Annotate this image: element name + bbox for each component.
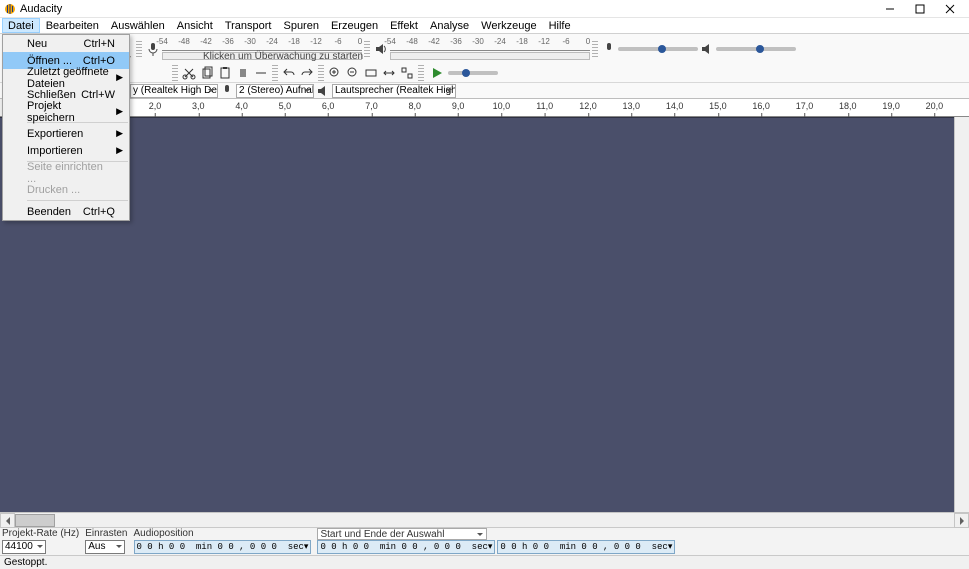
toolbar-grip[interactable] — [364, 41, 370, 57]
toolbar-grip[interactable] — [136, 41, 142, 57]
toolbar-grip[interactable] — [592, 41, 598, 57]
ruler-tick: 13,0 — [623, 101, 641, 111]
audio-position-label: Audioposition — [134, 528, 312, 540]
title-bar: Audacity — [0, 0, 969, 18]
audio-host-combo[interactable]: y (Realtek High Def — [130, 84, 218, 98]
menu-erzeugen[interactable]: Erzeugen — [325, 18, 384, 33]
app-icon — [4, 3, 16, 15]
menu-effekt[interactable]: Effekt — [384, 18, 424, 33]
paste-icon[interactable] — [216, 64, 234, 82]
ruler-tick: 4,0 — [235, 101, 248, 111]
ruler-tick: 8,0 — [409, 101, 422, 111]
toolbar-grip[interactable] — [418, 65, 424, 81]
close-button[interactable] — [935, 0, 965, 18]
snap-label: Einrasten — [85, 528, 127, 540]
menu-item-recent[interactable]: Zuletzt geöffnete Dateien▶ — [3, 69, 129, 86]
ruler-tick: 6,0 — [322, 101, 335, 111]
menu-ansicht[interactable]: Ansicht — [171, 18, 219, 33]
ruler-tick: 2,0 — [149, 101, 162, 111]
window-title: Audacity — [20, 3, 875, 15]
toolbar-grip[interactable] — [172, 65, 178, 81]
menu-analyse[interactable]: Analyse — [424, 18, 475, 33]
ruler-tick: 9,0 — [452, 101, 465, 111]
toolbar-area: -54-48-42-36-30-24-18-12-60 Klicken um Ü… — [0, 34, 969, 99]
selection-end-display[interactable]: 0 0 h 0 0 min 0 0 , 0 0 0 sec▾ — [497, 540, 675, 554]
rec-meter-hint[interactable]: Klicken um Überwachung zu starten — [203, 51, 363, 62]
silence-icon[interactable] — [252, 64, 270, 82]
horizontal-scrollbar[interactable] — [0, 512, 969, 527]
copy-icon[interactable] — [198, 64, 216, 82]
speaker-icon — [316, 84, 330, 98]
play-at-speed-button[interactable] — [426, 64, 448, 82]
vertical-scrollbar[interactable] — [954, 117, 969, 512]
fit-selection-icon[interactable] — [362, 64, 380, 82]
toolbar-grip[interactable] — [318, 65, 324, 81]
selection-mode-combo[interactable]: Start und Ende der Auswahl — [317, 528, 487, 540]
play-volume-icon — [700, 42, 714, 56]
selection-bar: Projekt-Rate (Hz) 44100 Einrasten Aus Au… — [0, 527, 969, 555]
trim-icon[interactable] — [234, 64, 252, 82]
ruler-tick: 20,0 — [926, 101, 944, 111]
ruler-tick: 7,0 — [365, 101, 378, 111]
ruler-tick: 17,0 — [796, 101, 814, 111]
zoom-in-icon[interactable] — [326, 64, 344, 82]
cut-icon[interactable] — [180, 64, 198, 82]
redo-icon[interactable] — [298, 64, 316, 82]
project-rate-label: Projekt-Rate (Hz) — [2, 528, 79, 540]
snap-combo[interactable]: Aus — [85, 540, 125, 554]
ruler-tick: 15,0 — [709, 101, 727, 111]
maximize-button[interactable] — [905, 0, 935, 18]
zoom-out-icon[interactable] — [344, 64, 362, 82]
ruler-tick: 16,0 — [752, 101, 770, 111]
zoom-toggle-icon[interactable] — [398, 64, 416, 82]
mic-volume-icon — [602, 42, 616, 56]
scroll-thumb[interactable] — [15, 514, 55, 527]
timeline-ruler[interactable]: 2,0 3,0 4,0 5,0 6,0 7,0 8,0 9,0 10,0 11,0 12,0 13,0… — [0, 99, 969, 117]
menu-item-save-project[interactable]: Projekt speichern▶ — [3, 103, 129, 120]
audio-position-display[interactable]: 0 0 h 0 0 min 0 0 , 0 0 0 sec▾ — [134, 540, 312, 554]
ruler-tick: 19,0 — [882, 101, 900, 111]
selection-start-display[interactable]: 0 0 h 0 0 min 0 0 , 0 0 0 sec▾ — [317, 540, 495, 554]
ruler-tick: 12,0 — [579, 101, 597, 111]
minimize-button[interactable] — [875, 0, 905, 18]
status-text: Gestoppt. — [4, 557, 47, 568]
play-speed-slider[interactable] — [448, 71, 498, 75]
menu-bar: Datei Bearbeiten Auswählen Ansicht Trans… — [0, 18, 969, 34]
menu-transport[interactable]: Transport — [219, 18, 278, 33]
menu-spuren[interactable]: Spuren — [277, 18, 324, 33]
ruler-tick: 5,0 — [279, 101, 292, 111]
menu-werkzeuge[interactable]: Werkzeuge — [475, 18, 542, 33]
rec-volume-slider[interactable] — [618, 47, 698, 51]
menu-item-print[interactable]: Drucken ... — [3, 181, 129, 198]
ruler-tick: 3,0 — [192, 101, 205, 111]
ruler-tick: 10,0 — [493, 101, 511, 111]
status-bar: Gestoppt. — [0, 555, 969, 569]
play-device-combo[interactable]: Lautsprecher (Realtek High Defi — [332, 84, 456, 98]
menu-item-importieren[interactable]: Importieren▶ — [3, 142, 129, 159]
menu-datei[interactable]: Datei — [2, 18, 40, 33]
play-volume-slider[interactable] — [716, 47, 796, 51]
menu-item-beenden[interactable]: BeendenCtrl+Q — [3, 203, 129, 220]
rec-channels-combo[interactable]: 2 (Stereo) Aufnahmekanäl — [236, 84, 314, 98]
menu-item-exportieren[interactable]: Exportieren▶ — [3, 125, 129, 142]
ruler-tick: 14,0 — [666, 101, 684, 111]
mic-icon — [220, 84, 234, 98]
menu-hilfe[interactable]: Hilfe — [543, 18, 577, 33]
menu-item-neu[interactable]: NeuCtrl+N — [3, 35, 129, 52]
undo-icon[interactable] — [280, 64, 298, 82]
ruler-tick: 18,0 — [839, 101, 857, 111]
file-menu-dropdown: NeuCtrl+N Öffnen ...Ctrl+O Zuletzt geöff… — [2, 34, 130, 221]
fit-project-icon[interactable] — [380, 64, 398, 82]
toolbar-grip[interactable] — [272, 65, 278, 81]
ruler-tick: 11,0 — [536, 101, 553, 111]
menu-item-page-setup[interactable]: Seite einrichten ... — [3, 164, 129, 181]
track-area[interactable] — [0, 117, 969, 512]
project-rate-combo[interactable]: 44100 — [2, 540, 46, 554]
